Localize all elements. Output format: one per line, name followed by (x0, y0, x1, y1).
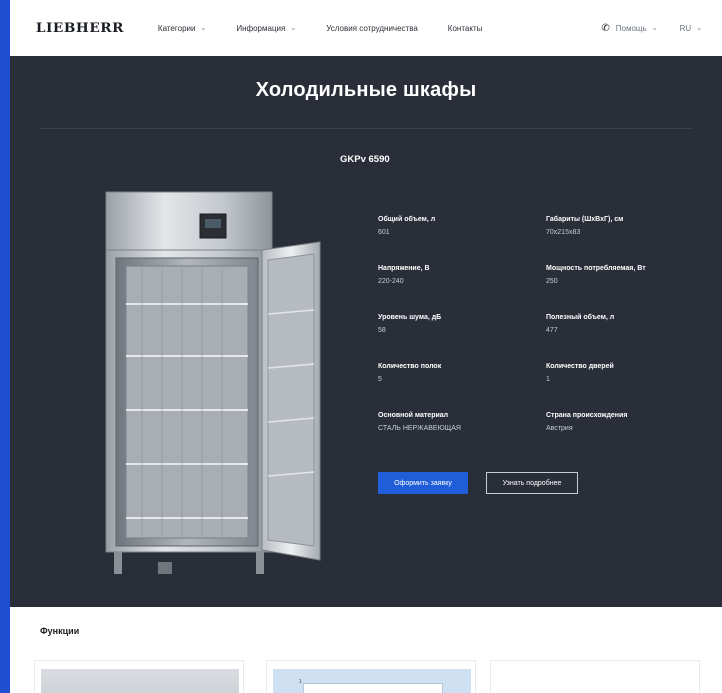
spec-value: 70x215x83 (546, 229, 581, 236)
nav-categories[interactable]: Категории ⌄ (158, 24, 206, 33)
function-card[interactable] (34, 660, 244, 693)
spec-label: Количество дверей (546, 363, 614, 370)
spec-value: 250 (546, 278, 558, 285)
spec-value: 1 (546, 376, 550, 383)
page: LIEBHERR Категории ⌄ Информация ⌄ Услови… (10, 0, 722, 693)
spec-value: 220-240 (378, 278, 404, 285)
function-card-screen (303, 683, 443, 693)
spec-total-volume: Общий объем, л 601 (378, 214, 546, 238)
top-navigation: LIEBHERR Категории ⌄ Информация ⌄ Услови… (10, 0, 722, 56)
spec-label: Полезный объем, л (546, 314, 615, 321)
function-card-image: 1 (273, 669, 471, 693)
spec-country: Страна происхождения Австрия (546, 410, 698, 434)
spec-value: СТАЛЬ НЕРЖАВЕЮЩАЯ (378, 425, 461, 432)
spec-label: Страна происхождения (546, 412, 628, 419)
spec-label: Мощность потребляемая, Вт (546, 265, 646, 272)
spec-voltage: Напряжение, В 220-240 (378, 263, 546, 287)
spec-label: Количество полок (378, 363, 442, 370)
product-specs: Общий объем, л 601 Габариты (ШхВхГ), см … (378, 214, 698, 434)
spec-dimensions: Габариты (ШхВхГ), см 70x215x83 (546, 214, 698, 238)
spec-label: Общий объем, л (378, 216, 436, 223)
language-selector[interactable]: RU ⌄ (680, 24, 702, 33)
spec-shelves: Количество полок 5 (378, 361, 546, 385)
chevron-down-icon: ⌄ (290, 25, 297, 32)
function-card[interactable]: 1 (266, 660, 476, 693)
function-card-marker: 1 (299, 679, 302, 685)
spec-value: 58 (378, 327, 386, 334)
submit-request-button[interactable]: Оформить заявку (378, 472, 468, 494)
chevron-down-icon: ⌄ (651, 25, 658, 32)
learn-more-button[interactable]: Узнать подробнее (486, 472, 578, 494)
nav-categories-label: Категории (157, 23, 196, 33)
nav-cooperation-terms[interactable]: Условия сотрудничества (326, 24, 418, 33)
nav-information-label: Информация (236, 23, 286, 33)
title-divider (40, 128, 692, 129)
spec-noise: Уровень шума, дБ 58 (378, 312, 546, 336)
functions-title: Функции (40, 626, 80, 636)
spec-usable-volume: Полезный объем, л 477 (546, 312, 698, 336)
spec-doors: Количество дверей 1 (546, 361, 698, 385)
chevron-down-icon: ⌄ (200, 25, 207, 32)
phone-icon: ✆ (601, 22, 610, 34)
nav-contacts[interactable]: Контакты (448, 24, 483, 33)
spec-value: 477 (546, 327, 558, 334)
product-hero: Холодильные шкафы GKPv 6590 Общий объем,… (10, 56, 722, 607)
language-label: RU (679, 23, 692, 33)
spec-power: Мощность потребляемая, Вт 250 (546, 263, 698, 287)
chevron-down-icon: ⌄ (696, 25, 702, 32)
spec-value: 601 (378, 229, 390, 236)
product-image (105, 191, 321, 574)
function-card-image (41, 669, 239, 693)
nav-contacts-label: Контакты (447, 23, 483, 33)
page-title: Холодильные шкафы (255, 79, 477, 101)
product-model: GKPv 6590 (340, 154, 390, 165)
function-card[interactable] (490, 660, 700, 693)
spec-label: Габариты (ШхВхГ), см (546, 216, 624, 223)
spec-label: Уровень шума, дБ (378, 314, 442, 321)
spec-label: Основной материал (378, 412, 449, 419)
liebherr-logo[interactable]: LIEBHERR (36, 21, 124, 36)
spec-label: Напряжение, В (378, 265, 430, 272)
nav-cooperation-terms-label: Условия сотрудничества (326, 23, 418, 33)
spec-material: Основной материал СТАЛЬ НЕРЖАВЕЮЩАЯ (378, 410, 546, 434)
help-menu[interactable]: ✆ Помощь ⌄ (601, 23, 657, 34)
nav-information[interactable]: Информация ⌄ (236, 24, 296, 33)
spec-value: 5 (378, 376, 382, 383)
help-label: Помощь (615, 23, 647, 33)
spec-value: Австрия (546, 425, 573, 432)
